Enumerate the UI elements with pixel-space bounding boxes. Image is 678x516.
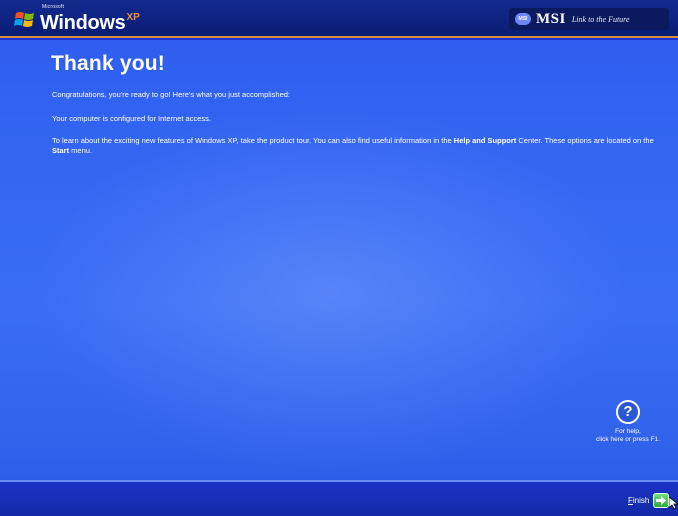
oem-logo: MSI MSI Link to the Future [509, 8, 669, 30]
internet-status-text: Your computer is configured for Internet… [52, 114, 211, 123]
main-content: Thank you! Congratulations, you're ready… [0, 40, 678, 480]
arrow-right-icon [656, 496, 667, 505]
tour-info-part1: To learn about the exciting new features… [52, 136, 454, 145]
windows-flag-icon [14, 12, 34, 27]
start-menu-text: Start [52, 146, 70, 155]
oem-brand: MSI [536, 10, 566, 27]
help-and-support-link-text: Help and Support [453, 136, 517, 145]
xp-label: XP [126, 12, 140, 23]
msi-badge-icon: MSI [515, 13, 531, 25]
finish-button[interactable]: Finish [628, 493, 670, 508]
microsoft-label: Microsoft [42, 4, 65, 10]
bottom-bar: Finish [0, 480, 678, 516]
finish-label[interactable]: Finish [628, 496, 649, 505]
tour-info-part2: Center. These options are located on the [516, 136, 654, 145]
help-text-line2: click here or press F1. [596, 436, 660, 443]
windows-xp-logo: Microsoft WindowsXP [14, 4, 140, 35]
page-title: Thank you! [51, 52, 166, 75]
windows-wordmark: Microsoft WindowsXP [40, 4, 140, 35]
windows-label: Windows [40, 12, 126, 34]
next-arrow-icon[interactable] [653, 493, 670, 508]
help-button[interactable]: ? For help, click here or press F1. [586, 400, 670, 460]
help-icon[interactable]: ? [616, 400, 640, 424]
finish-label-rest: inish [632, 496, 650, 505]
congrats-text: Congratulations, you're ready to go! Her… [52, 90, 290, 99]
mouse-cursor-icon [669, 497, 678, 510]
oem-tagline: Link to the Future [571, 14, 630, 24]
tour-info-text: To learn about the exciting new features… [52, 136, 662, 156]
top-bar: Microsoft WindowsXP MSI MSI Link to the … [0, 0, 678, 38]
oobe-screen: Microsoft WindowsXP MSI MSI Link to the … [0, 0, 678, 516]
tour-info-part3: menu. [69, 146, 93, 155]
help-text[interactable]: For help, click here or press F1. [586, 428, 670, 444]
help-text-line1: For help, [615, 428, 641, 435]
